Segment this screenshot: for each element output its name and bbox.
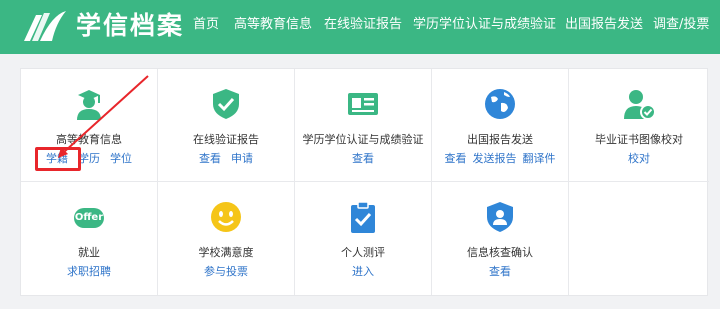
link-enter[interactable]: 进入 [352,265,374,278]
link-view[interactable]: 查看 [199,152,221,165]
logo-icon[interactable] [22,9,68,43]
link-job-search[interactable]: 求职招聘 [67,265,111,278]
card-degree-certification: 学历学位认证与成绩验证 查看 [295,69,432,182]
card-personal-assessment: 个人测评 进入 [295,182,432,295]
shield-check-icon[interactable] [209,87,243,121]
nav-degree-certification[interactable]: 学历学位认证与成绩验证 [413,16,556,34]
nav-online-report[interactable]: 在线验证报告 [324,16,402,34]
card-title: 信息核查确认 [467,246,533,259]
link-view[interactable]: 查看 [489,265,511,278]
card-online-report: 在线验证报告 查看 申请 [158,69,295,182]
card-title: 在线验证报告 [193,133,259,146]
link-translation[interactable]: 翻译件 [523,152,556,165]
card-employment: Offer 就业 求职招聘 [21,182,158,295]
link-education[interactable]: 学历 [78,152,100,165]
highlight-box [35,147,81,171]
nav-survey-vote[interactable]: 调查/投票 [653,16,709,34]
link-verify[interactable]: 校对 [628,152,650,165]
id-card-icon[interactable] [346,87,380,121]
service-grid: 高等教育信息 学籍 学历 学位 在线验证报告 查看 申请 学历学位认证与成绩验证 查看 [20,68,709,296]
card-title: 就业 [78,246,100,259]
card-title: 学历学位认证与成绩验证 [302,133,424,146]
smiley-icon[interactable] [209,200,243,234]
card-title: 个人测评 [341,246,385,259]
offer-badge-icon[interactable]: Offer [74,208,104,228]
link-degree[interactable]: 学位 [110,152,132,165]
card-info-confirm: 信息核查确认 查看 [432,182,569,295]
user-check-icon[interactable] [622,87,656,121]
card-overseas-report: 出国报告发送 查看 发送报告 翻译件 [432,69,569,182]
card-title: 出国报告发送 [467,133,533,146]
card-title: 毕业证书图像校对 [595,133,683,146]
globe-icon[interactable] [483,87,517,121]
card-certificate-check: 毕业证书图像校对 校对 [569,69,709,182]
nav-overseas-report[interactable]: 出国报告发送 [565,16,643,34]
link-send-report[interactable]: 发送报告 [473,152,517,165]
nav-home[interactable]: 首页 [193,16,219,34]
link-view[interactable]: 查看 [352,152,374,165]
clipboard-check-icon[interactable] [346,200,380,234]
link-apply[interactable]: 申请 [231,152,253,165]
card-title: 高等教育信息 [56,133,122,146]
brand-title: 学信档案 [76,11,185,40]
card-title: 学校满意度 [198,246,254,259]
user-shield-icon[interactable] [483,200,517,234]
card-school-satisfaction: 学校满意度 参与投票 [158,182,295,295]
empty-cell [569,182,709,295]
top-header: 学信档案 首页 高等教育信息 在线验证报告 学历学位认证与成绩验证 出国报告发送… [0,0,720,54]
graduate-icon[interactable] [72,87,106,121]
nav-higher-education[interactable]: 高等教育信息 [234,16,312,34]
link-view[interactable]: 查看 [445,152,467,165]
link-vote[interactable]: 参与投票 [204,265,248,278]
